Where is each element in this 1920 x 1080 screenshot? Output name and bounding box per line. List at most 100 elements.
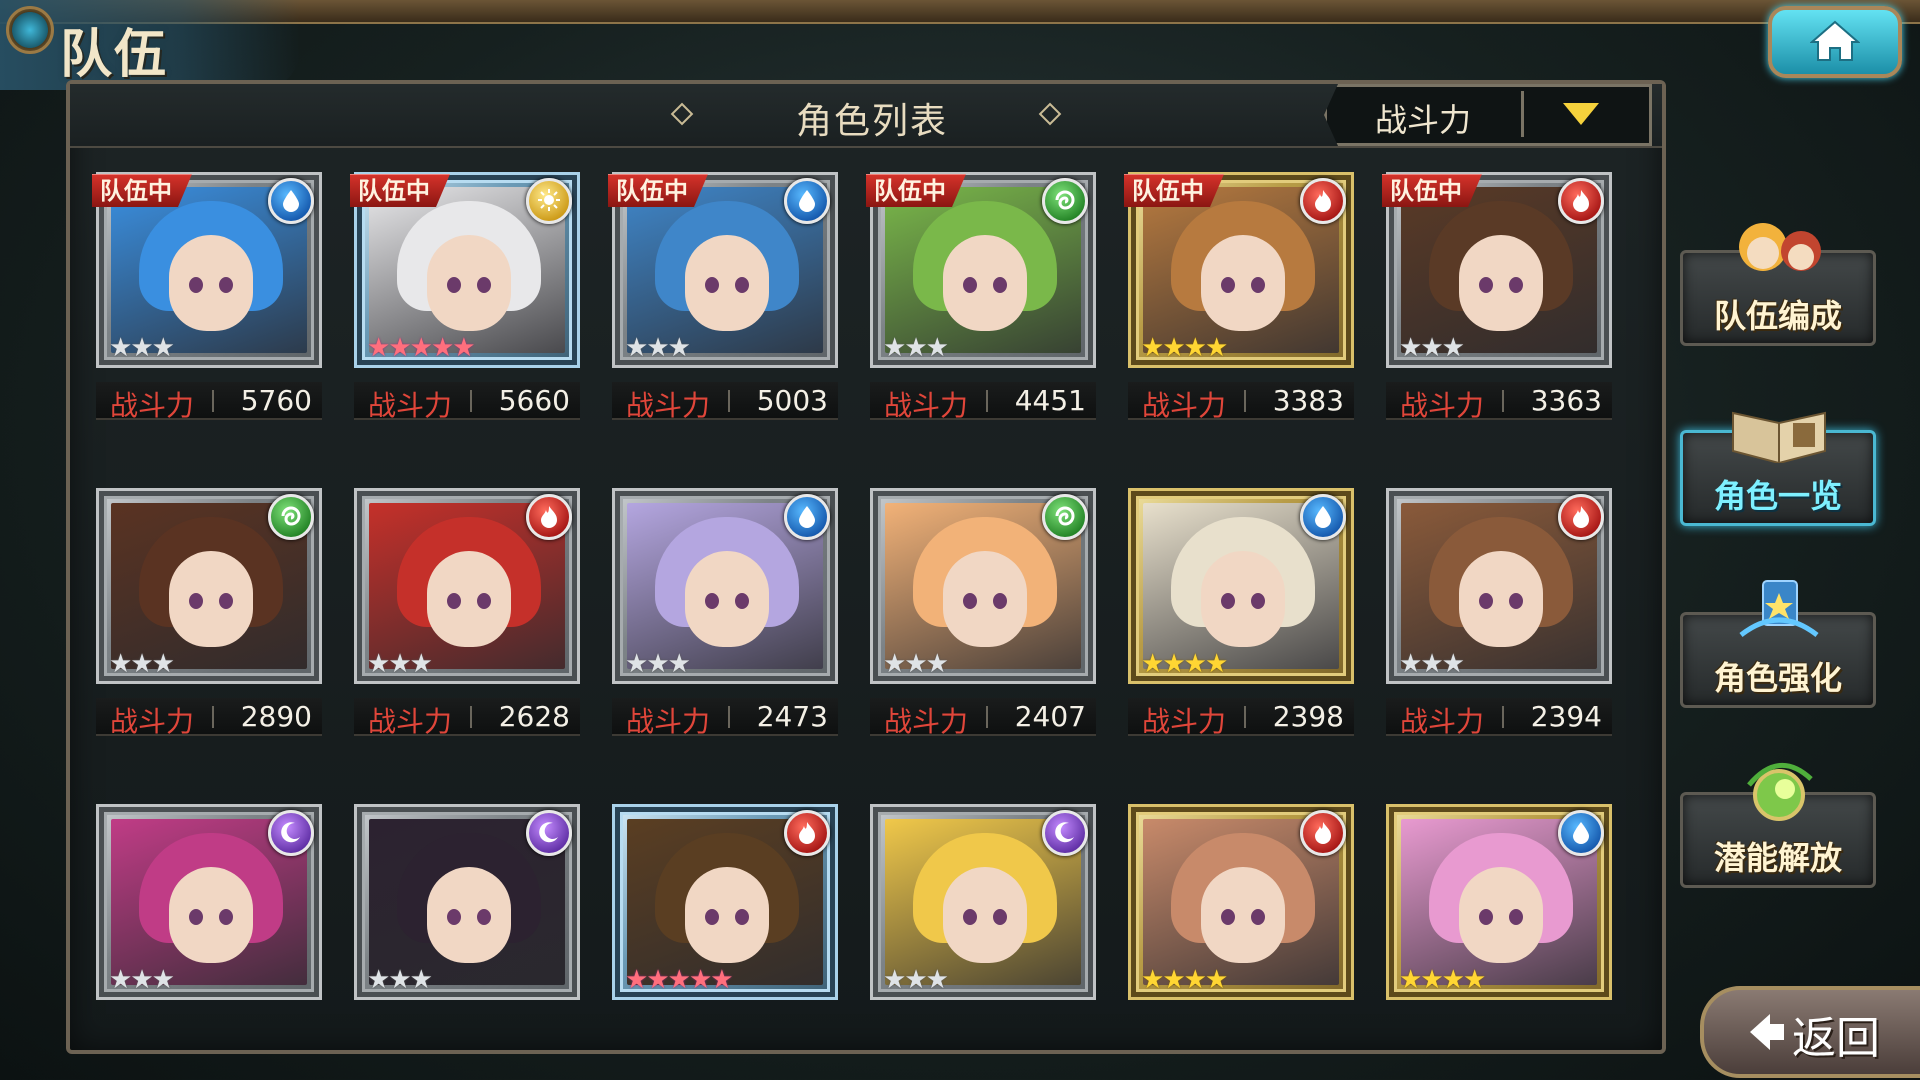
- rarity-star-icon: ★: [1441, 649, 1465, 679]
- character-enhance-label: 角色强化: [1713, 659, 1842, 697]
- character-card[interactable]: ★★★ 队伍中 战斗力 4451: [870, 172, 1096, 422]
- character-card[interactable]: ★★★★: [1128, 804, 1354, 1000]
- rarity-star-icon: ★: [151, 965, 175, 995]
- power-bar: 战斗力 5003: [612, 382, 838, 422]
- rarity-stars: ★★★: [109, 649, 175, 679]
- rarity-star-icon: ★: [130, 965, 153, 995]
- sort-divider: [1521, 91, 1524, 137]
- character-card[interactable]: ★★★★: [1386, 804, 1612, 1000]
- character-card[interactable]: ★★★: [870, 804, 1096, 1000]
- character-list-button[interactable]: 角色一览: [1680, 411, 1876, 526]
- power-label: 战斗力: [884, 705, 969, 738]
- character-card[interactable]: ★★★★ 队伍中 战斗力 3383: [1128, 172, 1354, 422]
- wind-element-icon: [1042, 178, 1088, 224]
- character-eye: [1251, 593, 1265, 609]
- rarity-star-icon: ★: [1204, 333, 1228, 363]
- character-eye: [1479, 909, 1493, 925]
- character-card[interactable]: ★★★★★: [612, 804, 838, 1000]
- character-card[interactable]: ★★★: [354, 804, 580, 1000]
- character-face: [169, 867, 253, 963]
- character-card[interactable]: ★★★ 战斗力 2473: [612, 488, 838, 738]
- character-eye: [963, 277, 977, 293]
- character-list-label: 角色一览: [1713, 477, 1842, 515]
- rarity-star-icon: ★: [646, 965, 669, 995]
- diamond-ornament-icon: [670, 102, 694, 126]
- gear-emblem-icon: [6, 6, 54, 54]
- rarity-star-icon: ★: [1162, 333, 1185, 363]
- rarity-star-icon: ★: [130, 333, 153, 363]
- character-eye: [1221, 909, 1235, 925]
- rarity-star-icon: ★: [151, 333, 175, 363]
- character-eye: [705, 593, 719, 609]
- character-enhance-button[interactable]: 角色强化: [1680, 580, 1876, 708]
- power-label: 战斗力: [368, 705, 453, 738]
- character-eye: [189, 593, 203, 609]
- in-party-tag: 队伍中: [350, 174, 450, 207]
- character-eye: [447, 593, 461, 609]
- character-card[interactable]: ★★★ 战斗力 2628: [354, 488, 580, 738]
- water-element-icon: [784, 494, 830, 540]
- character-card[interactable]: ★★★ 战斗力 2394: [1386, 488, 1612, 738]
- character-eye: [447, 277, 461, 293]
- power-divider: [1244, 706, 1246, 728]
- wind-element-icon: [1042, 494, 1088, 540]
- power-bar: 战斗力 2394: [1386, 698, 1612, 738]
- power-value: 5660: [498, 384, 570, 417]
- potential-unlock-button[interactable]: 潜能解放: [1680, 763, 1876, 888]
- fire-element-icon: [1300, 178, 1346, 224]
- potential-unlock-label: 潜能解放: [1713, 839, 1842, 877]
- power-value: 4451: [1014, 384, 1086, 417]
- power-label: 战斗力: [884, 389, 969, 422]
- character-eye: [1479, 277, 1493, 293]
- character-eye: [705, 909, 719, 925]
- rarity-star-icon: ★: [151, 649, 175, 679]
- power-label: 战斗力: [368, 389, 453, 422]
- character-card[interactable]: ★★★ 队伍中 战斗力 5003: [612, 172, 838, 422]
- character-face: [1201, 867, 1285, 963]
- power-divider: [212, 390, 214, 412]
- power-bar: 战斗力 2398: [1128, 698, 1354, 738]
- rarity-star-icon: ★: [667, 965, 691, 995]
- rarity-star-icon: ★: [883, 333, 906, 363]
- rarity-star-icon: ★: [667, 333, 691, 363]
- rarity-star-icon: ★: [452, 333, 475, 363]
- rarity-stars: ★★★: [1399, 649, 1465, 679]
- power-label: 战斗力: [1400, 705, 1485, 738]
- rarity-stars: ★★★: [367, 651, 433, 677]
- character-card[interactable]: ★★★: [96, 804, 322, 1000]
- character-eye: [993, 909, 1007, 925]
- power-label: 战斗力: [110, 389, 195, 422]
- page-title: 队伍: [60, 24, 169, 85]
- power-bar: 战斗力 2890: [96, 698, 322, 738]
- power-label: 战斗力: [626, 389, 711, 422]
- character-card[interactable]: ★★★ 队伍中 战斗力 3363: [1386, 172, 1612, 422]
- power-divider: [986, 390, 988, 412]
- light-element-icon: [526, 178, 572, 224]
- character-eye: [1221, 277, 1235, 293]
- rarity-stars: ★★★: [625, 333, 691, 363]
- power-bar: 战斗力 5760: [96, 382, 322, 422]
- power-divider: [212, 706, 214, 728]
- rarity-star-icon: ★: [1183, 649, 1207, 679]
- power-divider: [1502, 706, 1504, 728]
- rarity-star-icon: ★: [625, 333, 648, 363]
- character-card[interactable]: ★★★ 队伍中 战斗力 5760: [96, 172, 322, 422]
- character-card[interactable]: ★★★★★ 队伍中 战斗力 5660: [354, 172, 580, 422]
- rarity-star-icon: ★: [1204, 649, 1228, 679]
- sort-dropdown[interactable]: 战斗力: [1324, 84, 1652, 146]
- power-value: 2398: [1272, 700, 1344, 733]
- power-label: 战斗力: [1142, 705, 1227, 738]
- character-card[interactable]: ★★★ 战斗力 2407: [870, 488, 1096, 738]
- character-eye: [963, 593, 977, 609]
- character-eye: [1509, 909, 1523, 925]
- character-card[interactable]: ★★★ 战斗力 2890: [96, 488, 322, 738]
- home-button[interactable]: [1768, 6, 1902, 78]
- back-button[interactable]: 返回: [1700, 986, 1920, 1078]
- team-members-icon: [1739, 223, 1821, 271]
- character-eye: [1251, 909, 1265, 925]
- power-bar: 战斗力 2407: [870, 698, 1096, 738]
- dark-element-icon: [268, 810, 314, 856]
- rarity-stars: ★★★★: [1141, 649, 1228, 679]
- character-card[interactable]: ★★★★ 战斗力 2398: [1128, 488, 1354, 738]
- team-formation-button[interactable]: 队伍编成: [1680, 223, 1876, 346]
